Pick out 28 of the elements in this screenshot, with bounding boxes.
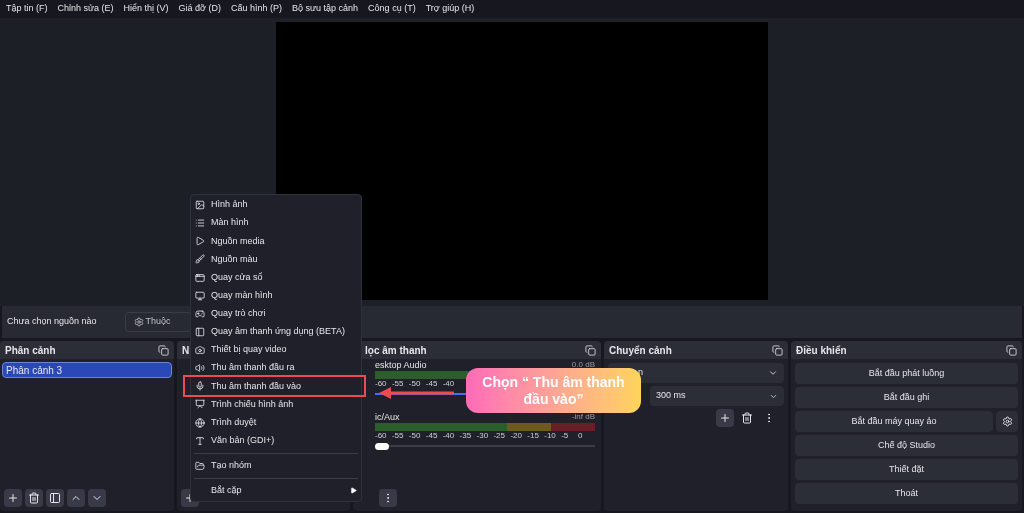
meter-tick-label: -15	[527, 431, 540, 440]
dock-title: lọc âm thanh	[365, 343, 427, 358]
meter-tick-label: -60	[375, 431, 388, 440]
dock-title: Phân cảnh	[5, 343, 56, 358]
meter-tick-label: -40	[442, 379, 456, 388]
meter-tick-label: -35	[459, 431, 473, 440]
meter-tick-label: -25	[493, 431, 506, 440]
meter-tick-label: 0	[578, 431, 584, 440]
meter-tick-label: -50	[408, 379, 422, 388]
meter-tick-label: -50	[408, 431, 422, 440]
dock-title: Chuyển cảnh	[609, 343, 672, 358]
dock-title: N	[182, 343, 190, 358]
meter-tick-label: -45	[425, 379, 439, 388]
source-status: Chưa chọn nguồn nào	[7, 315, 97, 329]
meter-tick-label: -40	[442, 431, 456, 440]
meter-tick-label: -20	[510, 431, 523, 440]
meter-tick-label: -60	[375, 379, 388, 388]
channel-name: esktop Audio	[375, 360, 427, 370]
meter-tick-label: -30	[476, 431, 490, 440]
channel-reading: 0.0 dB	[571, 361, 595, 369]
channel-name: ic/Aux	[375, 412, 400, 422]
meter-tick-label: -5	[561, 431, 570, 440]
meter-tick-label: -10	[544, 431, 557, 440]
dock-title: Điều khiển	[796, 343, 847, 358]
meter-tick-label: -55	[391, 431, 405, 440]
meter-tick-label: -45	[425, 431, 439, 440]
meter-tick-label: -55	[391, 379, 405, 388]
channel-reading: -inf dB	[571, 413, 595, 421]
